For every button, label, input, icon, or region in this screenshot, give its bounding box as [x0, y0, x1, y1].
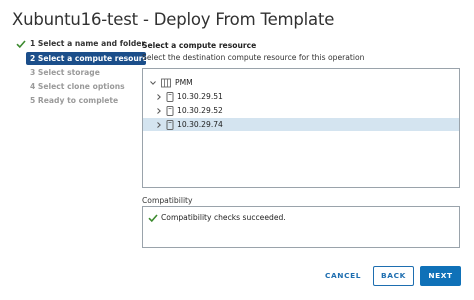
deploy-dialog: Xubuntu16-test - Deploy From Template 1 … [0, 0, 474, 300]
chevron-down-icon[interactable] [149, 79, 157, 87]
checkmark-icon [148, 214, 158, 223]
tree-node-root[interactable]: PMM [147, 77, 267, 89]
tree-node-label: 10.30.29.52 [177, 106, 223, 115]
back-button[interactable]: BACK [373, 266, 414, 286]
step-4: 4 Select clone options [28, 81, 138, 93]
checkmark-icon [16, 40, 26, 49]
host-icon [166, 119, 174, 130]
tree-node-host-selected[interactable]: 10.30.29.74 [143, 118, 459, 131]
step-1[interactable]: 1 Select a name and folder [14, 38, 145, 50]
cancel-button[interactable]: CANCEL [320, 266, 366, 286]
next-button[interactable]: NEXT [420, 266, 461, 286]
wizard-steps: 1 Select a name and folder 2 Select a co… [14, 38, 152, 107]
step-5-label: 5 Ready to complete [30, 96, 119, 105]
chevron-right-icon[interactable] [155, 121, 163, 129]
tree-node-label: PMM [175, 78, 193, 87]
step-1-label: 1 Select a name and folder [30, 39, 146, 48]
step-2[interactable]: 2 Select a compute resource [26, 52, 152, 65]
host-icon [166, 106, 174, 116]
tree-node-host[interactable]: 10.30.29.51 [155, 91, 275, 103]
step-4-label: 4 Select clone options [30, 82, 125, 91]
section-heading: Select a compute resource [142, 41, 257, 50]
tree-node-label: 10.30.29.51 [177, 92, 223, 101]
compatibility-label: Compatibility [142, 196, 193, 205]
chevron-right-icon[interactable] [155, 93, 163, 101]
cluster-icon [161, 78, 171, 88]
step-3: 3 Select storage [28, 67, 138, 79]
tree-node-host[interactable]: 10.30.29.52 [155, 105, 275, 117]
compatibility-panel: Compatibility checks succeeded. [142, 206, 460, 248]
tree-node-label: 10.30.29.74 [177, 119, 223, 129]
section-description: Select the destination compute resource … [142, 53, 365, 62]
step-5: 5 Ready to complete [28, 95, 138, 107]
step-2-label: 2 Select a compute resource [30, 54, 153, 63]
compatibility-message: Compatibility checks succeeded. [161, 213, 286, 222]
chevron-right-icon[interactable] [155, 107, 163, 115]
compute-resource-tree[interactable]: PMM 10.30.29.51 10.30.29.52 10.30.29.74 [142, 68, 460, 188]
step-3-label: 3 Select storage [30, 68, 100, 77]
dialog-title: Xubuntu16-test - Deploy From Template [12, 10, 335, 29]
host-icon [166, 92, 174, 102]
